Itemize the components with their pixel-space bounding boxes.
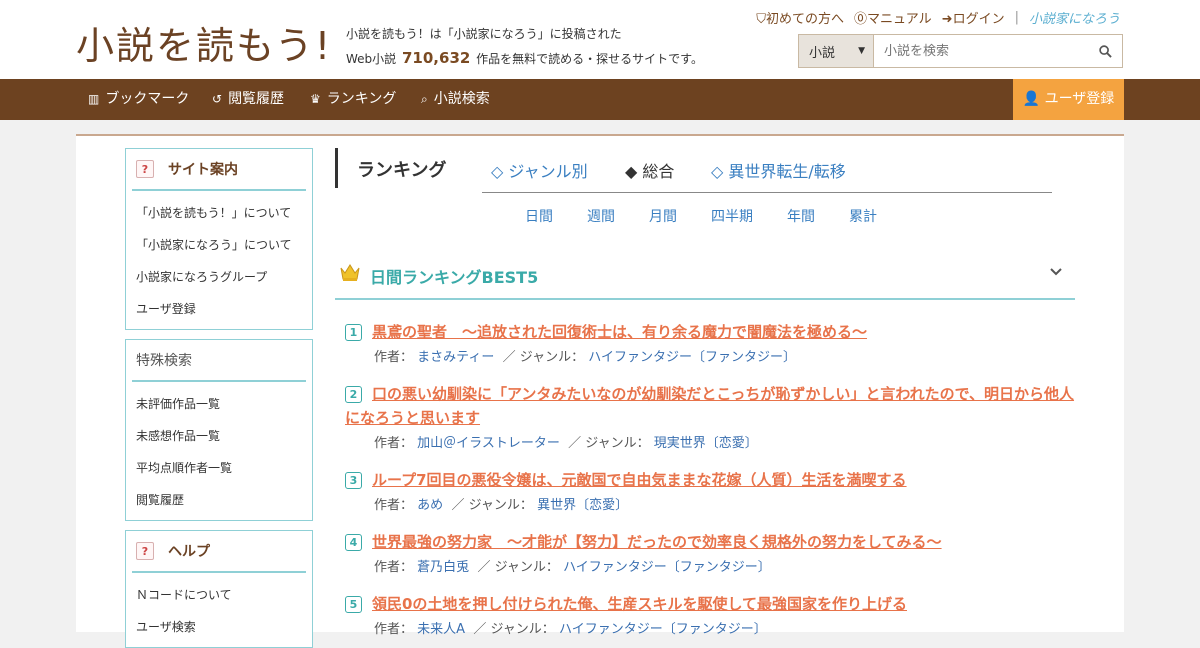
divider: | (1014, 10, 1019, 25)
tab-genre[interactable]: ◇ ジャンル別 (491, 158, 588, 182)
main-nav: ▥ ブックマーク ↺ 閲覧履歴 ♛ ランキング ⌕ 小説検索 👤 ユーザ登録 (0, 79, 1200, 120)
register-button[interactable]: 👤 ユーザ登録 (1013, 79, 1124, 120)
search-icon: ⌕ (421, 92, 428, 106)
search-icon (1098, 44, 1112, 58)
sidebar-link-register[interactable]: ユーザ登録 (126, 293, 312, 325)
description-line1: 小説を読もう！は「小説家になろう」に投稿された (346, 27, 622, 41)
sidebar-help: ? ヘルプ Ｎコードについて ユーザ検索 (125, 530, 313, 648)
search-form: 小説 ▼ (798, 34, 1123, 68)
sidebar-special-search-title: 特殊検索 (132, 340, 306, 382)
chevron-down-icon (1050, 268, 1062, 276)
genre-link[interactable]: ハイファンタジー〔ファンタジー〕 (563, 560, 771, 575)
description-suffix: 作品を無料で読める・探せるサイトです。 (476, 52, 703, 66)
author-link[interactable]: まさみティー (417, 350, 494, 365)
period-weekly[interactable]: 週間 (587, 206, 615, 226)
genre-link[interactable]: ハイファンタジー〔ファンタジー〕 (588, 350, 796, 365)
tab-isekai[interactable]: ◇ 異世界転生/転移 (711, 158, 846, 182)
sidebar-link-ncode[interactable]: Ｎコードについて (126, 579, 312, 611)
rank-number: 3 (345, 472, 362, 489)
sidebar-link-history[interactable]: 閲覧履歴 (126, 484, 312, 516)
sidebar-site-info: ? サイト案内 「小説を読もう！」について 「小説家になろう」について 小説家にな… (125, 148, 313, 330)
author-link[interactable]: 蒼乃白兎 (417, 560, 469, 575)
search-button[interactable] (1088, 35, 1122, 67)
sidebar-link-uncommented[interactable]: 未感想作品一覧 (126, 420, 312, 452)
rank-number: 2 (345, 386, 362, 403)
description-prefix: Web小説 (346, 52, 397, 66)
question-circle-icon: ⓪ (854, 12, 868, 27)
novel-title-link[interactable]: 世界最強の努力家 ～才能が【努力】だったので効率良く規格外の努力をしてみる～ (372, 533, 942, 551)
sidebar-link-user-search[interactable]: ユーザ検索 (126, 611, 312, 643)
question-icon: ? (136, 542, 154, 560)
novel-title-link[interactable]: 領民0の土地を押し付けられた俺、生産スキルを駆使して最強国家を作り上げる (372, 595, 907, 613)
link-manual[interactable]: ⓪マニュアル (854, 8, 932, 27)
period-total[interactable]: 累計 (849, 206, 877, 226)
nav-search[interactable]: ⌕ 小説検索 (421, 79, 490, 120)
site-description: 小説を読もう！は「小説家になろう」に投稿された Web小説 710,632 作品… (346, 22, 703, 71)
period-daily[interactable]: 日間 (525, 206, 553, 226)
sidebar-link-about-narou[interactable]: 「小説家になろう」について (126, 229, 312, 261)
ranking-entry: 4 世界最強の努力家 ～才能が【努力】だったので効率良く規格外の努力をしてみる～ … (345, 530, 1075, 575)
ranking-entry: 2 口の悪い幼馴染に「アンタみたいなのが幼馴染だとこっちが恥ずかしい」と言われたの… (345, 385, 1075, 451)
ranking-title: ランキング (357, 160, 447, 181)
genre-link[interactable]: 異世界〔恋愛〕 (537, 498, 628, 513)
sidebar-link-unrated[interactable]: 未評価作品一覧 (126, 388, 312, 420)
search-type-select[interactable]: 小説 ▼ (799, 35, 874, 67)
login-icon: ➜ (941, 12, 953, 27)
site-logo[interactable]: 小説を読もう! (76, 15, 332, 70)
crown-icon: ♛ (310, 92, 321, 106)
history-icon: ↺ (212, 92, 223, 106)
caret-down-icon: ▼ (858, 46, 865, 56)
link-login[interactable]: ➜ログイン (942, 8, 1005, 27)
sidebar-link-about-yomou[interactable]: 「小説を読もう！」について (126, 197, 312, 229)
ranking-entry: 3 ループ7回目の悪役令嬢は、元敵国で自由気ままな花嫁（人質）生活を満喫する 作者… (345, 468, 1075, 513)
link-beginners[interactable]: ⛉初めての方へ (756, 8, 844, 27)
search-input[interactable] (874, 35, 1088, 67)
content-panel: ? サイト案内 「小説を読もう！」について 「小説家になろう」について 小説家にな… (76, 134, 1124, 648)
tab-overall[interactable]: ◆ 総合 (625, 158, 674, 182)
nav-ranking[interactable]: ♛ ランキング (310, 79, 396, 120)
work-count: 710,632 (402, 49, 471, 67)
sidebar-site-info-title: ? サイト案内 (132, 149, 306, 191)
rank-number: 5 (345, 596, 362, 613)
author-link[interactable]: あめ (417, 498, 443, 513)
genre-link[interactable]: 現実世界〔恋愛〕 (654, 436, 758, 451)
brand-link-narou[interactable]: 小説家になろう (1029, 8, 1120, 27)
site-header: 小説を読もう! 小説を読もう！は「小説家になろう」に投稿された Web小説 71… (0, 0, 1200, 79)
sidebar-link-group[interactable]: 小説家になろうグループ (126, 261, 312, 293)
sidebar-special-search: 特殊検索 未評価作品一覧 未感想作品一覧 平均点順作者一覧 閲覧履歴 (125, 339, 313, 521)
rank-number: 4 (345, 534, 362, 551)
period-quarterly[interactable]: 四半期 (711, 206, 753, 226)
novel-title-link[interactable]: 口の悪い幼馴染に「アンタみたいなのが幼馴染だとこっちが恥ずかしい」と言われたので… (345, 385, 1074, 427)
period-monthly[interactable]: 月間 (649, 206, 677, 226)
nav-history[interactable]: ↺ 閲覧履歴 (212, 79, 284, 120)
crown-icon (340, 264, 360, 281)
nav-bookmark[interactable]: ▥ ブックマーク (88, 79, 189, 120)
best5-header[interactable]: 日間ランキングBEST5 (335, 248, 1075, 300)
author-link[interactable]: 加山＠イラストレーター (417, 436, 560, 451)
tab-divider (482, 192, 1052, 193)
sidebar-help-title: ? ヘルプ (132, 531, 306, 573)
ranking-entry: 5 領民0の土地を押し付けられた俺、生産スキルを駆使して最強国家を作り上げる 作者… (345, 592, 1075, 637)
question-icon: ? (136, 160, 154, 178)
description-line2: Web小説 710,632 作品を無料で読める・探せるサイトです。 (346, 46, 703, 71)
user-icon: 👤 (1022, 91, 1041, 107)
shield-icon: ⛉ (756, 12, 767, 27)
sidebar-link-avg-authors[interactable]: 平均点順作者一覧 (126, 452, 312, 484)
rank-number: 1 (345, 324, 362, 341)
heading-bar (335, 148, 338, 188)
ranking-entry: 1 黒鳶の聖者 ～追放された回復術士は、有り余る魔力で闇魔法を極める～ 作者： ま… (345, 320, 1075, 365)
top-links: ⛉初めての方へ ⓪マニュアル ➜ログイン | 小説家になろう (756, 8, 1120, 27)
ranking-header: ランキング ◇ ジャンル別 ◆ 総合 ◇ 異世界転生/転移 日間 週間 月間 四… (335, 148, 1075, 258)
bookmark-icon: ▥ (88, 92, 100, 106)
best5-title: 日間ランキングBEST5 (370, 268, 539, 287)
period-yearly[interactable]: 年間 (787, 206, 815, 226)
novel-title-link[interactable]: 黒鳶の聖者 ～追放された回復術士は、有り余る魔力で闇魔法を極める～ (372, 323, 867, 341)
novel-title-link[interactable]: ループ7回目の悪役令嬢は、元敵国で自由気ままな花嫁（人質）生活を満喫する (372, 471, 907, 489)
